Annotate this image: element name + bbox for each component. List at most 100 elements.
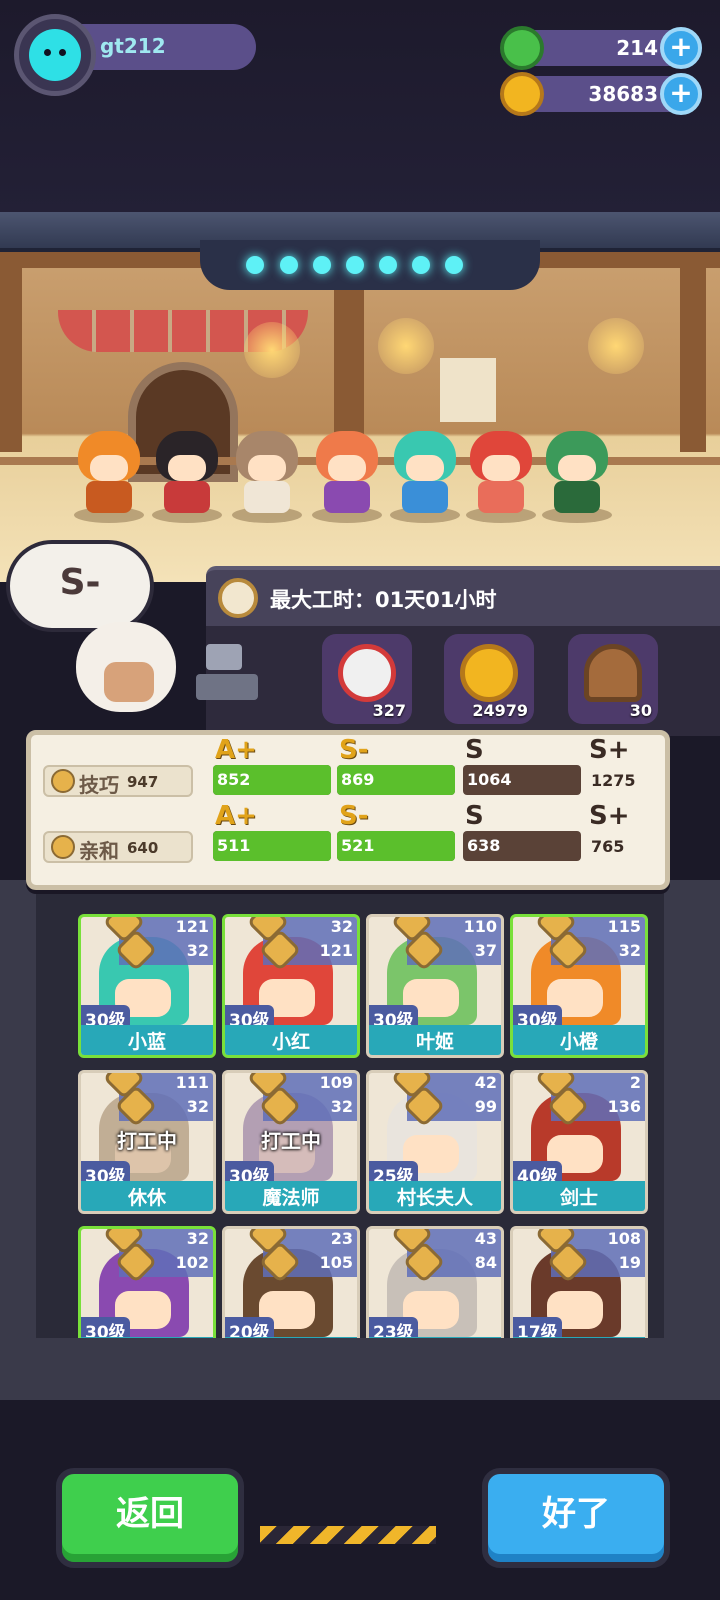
add-coins-button[interactable]: +	[660, 73, 702, 115]
character-affinity: 121	[319, 941, 353, 960]
selected-hero-orange[interactable]	[72, 417, 146, 523]
character-affinity: 84	[474, 1253, 497, 1272]
gem-counter: 214 +	[500, 26, 702, 70]
character-name: 魔法师	[225, 1181, 357, 1211]
back-button[interactable]: 返回	[56, 1468, 244, 1568]
character-name: 小橙	[513, 1025, 645, 1055]
max-work-time-bar: 最大工时：01天01小时	[206, 566, 720, 626]
left-pillar	[0, 252, 22, 452]
character-name: 村长夫人	[369, 1181, 501, 1211]
gold-planet-coin-icon	[500, 72, 544, 116]
selected-hero-red[interactable]	[464, 417, 538, 523]
tier-bar: 638	[463, 831, 581, 861]
tier-grade: S-	[339, 735, 369, 765]
player-name-pill[interactable]: gt212	[82, 24, 256, 70]
add-gems-button[interactable]: +	[660, 27, 702, 69]
reward-helmet[interactable]: 30	[568, 634, 658, 724]
player-name: gt212	[100, 34, 166, 58]
coin-counter: 38683 +	[500, 72, 702, 116]
wall-lamp-icon	[378, 318, 434, 374]
character-card[interactable]: 109 32 30级 魔法师 打工中	[222, 1070, 360, 1214]
hammer-icon	[186, 640, 260, 706]
selected-hero-teal[interactable]	[388, 417, 462, 523]
stat-row-skill: 技巧 947 A+ 852 S- 869 S 1064 S+ 1275	[43, 735, 663, 799]
character-card[interactable]: 42 99 25级 村长夫人	[366, 1070, 504, 1214]
clock-icon	[218, 578, 258, 618]
smile-icon	[51, 835, 75, 859]
tier-grade: S	[465, 735, 484, 765]
grade-speech-bubble: S-	[6, 540, 154, 632]
character-skill: 108	[607, 1229, 641, 1248]
tier-grade: S+	[589, 801, 630, 831]
right-pillar	[680, 252, 706, 452]
selected-hero-dark[interactable]	[150, 417, 224, 523]
potion-amount: 327	[372, 701, 406, 720]
skill-icon	[51, 769, 75, 793]
stats-panel: 技巧 947 A+ 852 S- 869 S 1064 S+ 1275 亲和 6…	[26, 730, 670, 890]
character-affinity: 105	[319, 1253, 353, 1272]
tavern-scene	[0, 252, 720, 582]
character-skill: 110	[463, 917, 497, 936]
tier-threshold: 1064	[467, 770, 512, 789]
cat-avatar-icon	[29, 29, 81, 81]
gem-amount: 214	[616, 36, 658, 60]
selected-hero-green[interactable]	[540, 417, 614, 523]
roster-frame-bottom	[0, 1338, 720, 1400]
tier-grade: S+	[589, 735, 630, 765]
tier-grade: S-	[339, 801, 369, 831]
stat-value: 640	[127, 839, 159, 857]
character-card[interactable]: 2 136 40级 剑士	[510, 1070, 648, 1214]
tier-threshold: 638	[467, 836, 501, 855]
stat-label: 亲和 640	[43, 831, 193, 863]
character-affinity: 32	[618, 941, 641, 960]
green-gem-icon	[500, 26, 544, 70]
character-affinity: 37	[474, 941, 497, 960]
character-affinity: 136	[607, 1097, 641, 1116]
indicator-lights	[200, 240, 540, 290]
character-card[interactable]: 111 32 30级 休休 打工中	[78, 1070, 216, 1214]
wall-lamp-icon	[588, 318, 644, 374]
character-card[interactable]: 32 121 30级 小红	[222, 914, 360, 1058]
character-card[interactable]: 115 32 30级 小橙	[510, 914, 648, 1058]
tier-threshold: 1275	[591, 771, 636, 790]
tier-threshold: 765	[591, 837, 625, 856]
reward-potion[interactable]: 327	[322, 634, 412, 724]
character-affinity: 19	[618, 1253, 641, 1272]
max-work-time: 最大工时：01天01小时	[270, 588, 497, 612]
coin-reward-amount: 24979	[472, 701, 528, 720]
character-affinity: 32	[330, 1097, 353, 1116]
tier-threshold: 852	[217, 770, 251, 789]
stat-row-affinity: 亲和 640 A+ 511 S- 521 S 638 S+ 765	[43, 801, 663, 865]
stat-name: 亲和	[79, 839, 119, 863]
character-name: 叶姬	[369, 1025, 501, 1055]
character-card[interactable]: 110 37 30级 叶姬	[366, 914, 504, 1058]
reward-coins[interactable]: 24979	[444, 634, 534, 724]
potion-icon	[338, 644, 396, 702]
tier-bar: 1064	[463, 765, 581, 795]
stat-value: 947	[127, 773, 159, 791]
character-affinity: 102	[175, 1253, 209, 1272]
confirm-button[interactable]: 好了	[482, 1468, 670, 1568]
wall-lamp-icon	[244, 322, 300, 378]
character-card[interactable]: 121 32 30级 小蓝	[78, 914, 216, 1058]
tier-threshold: 511	[217, 836, 251, 855]
character-skill: 109	[319, 1073, 353, 1092]
tier-bar: 869	[337, 765, 455, 795]
tier-threshold: 521	[341, 836, 375, 855]
character-affinity: 99	[474, 1097, 497, 1116]
character-skill: 115	[607, 917, 641, 936]
character-skill: 2	[629, 1073, 641, 1092]
selected-hero-brown[interactable]	[230, 417, 304, 523]
stat-label: 技巧 947	[43, 765, 193, 797]
character-name: 小红	[225, 1025, 357, 1055]
wanted-poster	[440, 358, 496, 422]
character-name: 小蓝	[81, 1025, 213, 1055]
character-name: 休休	[81, 1181, 213, 1211]
gold-planet-coin-icon	[460, 644, 518, 702]
character-name: 剑士	[513, 1181, 645, 1211]
selected-hero-purple[interactable]	[310, 417, 384, 523]
tier-bar: 521	[337, 831, 455, 861]
working-status: 打工中	[117, 1129, 177, 1153]
character-skill: 32	[186, 1229, 209, 1248]
avatar[interactable]	[14, 14, 96, 96]
